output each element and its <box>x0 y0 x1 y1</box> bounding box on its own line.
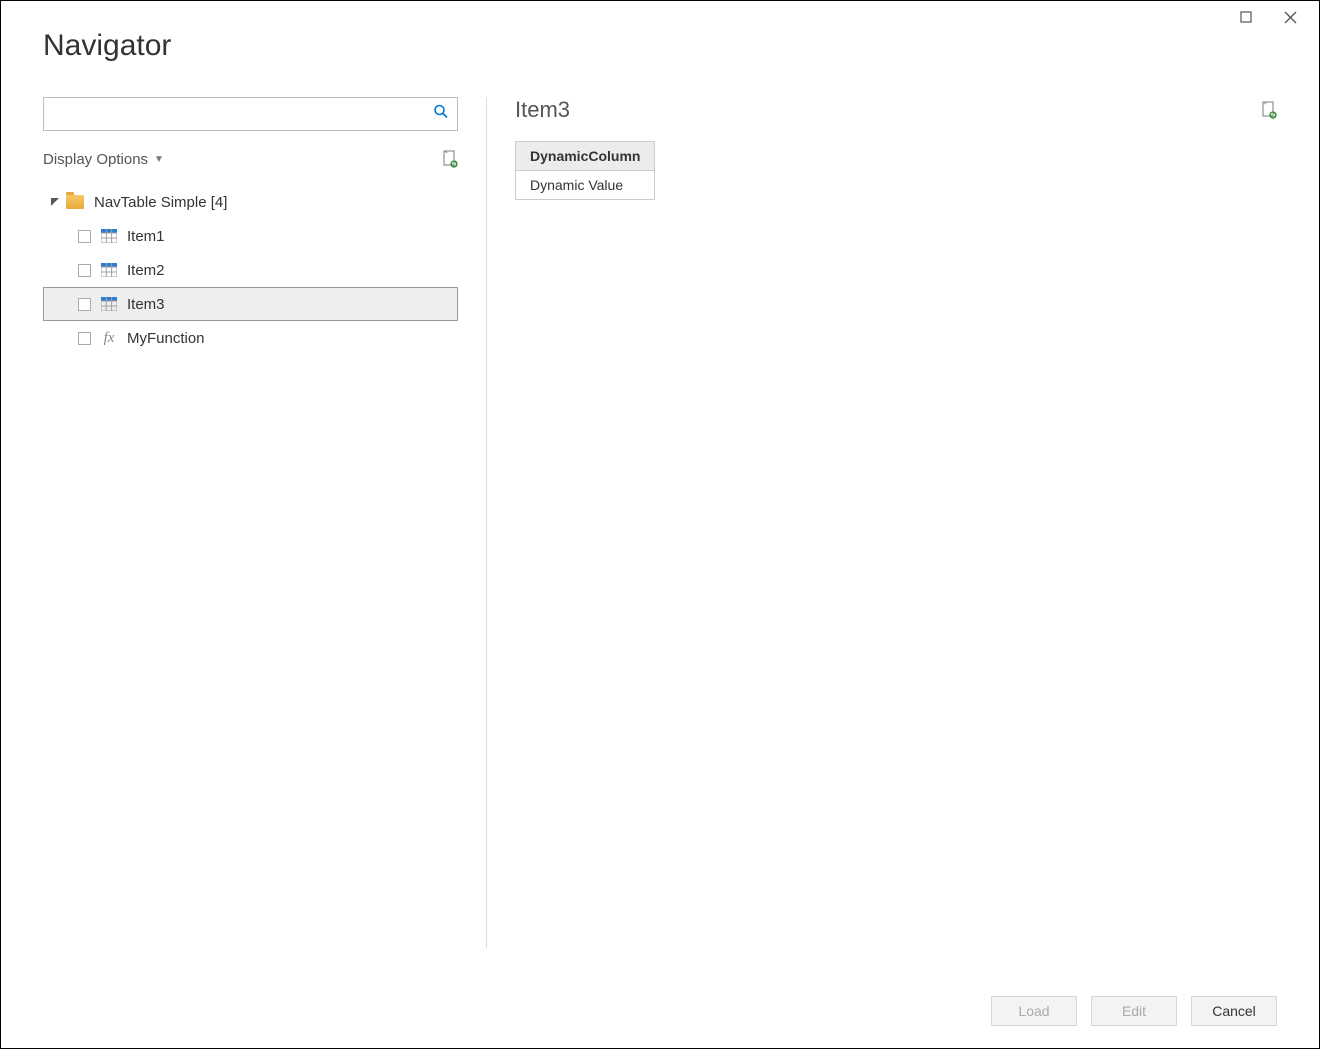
content-area: Display Options ▼ NavTable <box>43 97 1277 948</box>
table-header-cell[interactable]: DynamicColumn <box>516 142 655 171</box>
preview-pane: Item3 DynamicColumn Dynamic Value <box>487 97 1277 948</box>
search-icon[interactable] <box>433 104 449 125</box>
preview-refresh-button[interactable] <box>1261 101 1277 119</box>
table-icon <box>101 263 117 277</box>
cancel-button[interactable]: Cancel <box>1191 996 1277 1026</box>
maximize-button[interactable] <box>1231 2 1261 32</box>
tree-item-label: Item2 <box>127 262 165 279</box>
checkbox[interactable] <box>78 264 91 277</box>
preview-title: Item3 <box>515 97 570 123</box>
display-options-dropdown[interactable]: Display Options ▼ <box>43 151 164 168</box>
preview-table: DynamicColumn Dynamic Value <box>515 141 655 200</box>
checkbox[interactable] <box>78 332 91 345</box>
preview-header: Item3 <box>515 97 1277 123</box>
table-row[interactable]: Dynamic Value <box>516 171 655 200</box>
display-options-label: Display Options <box>43 151 148 168</box>
tree-item-label: MyFunction <box>127 330 205 347</box>
checkbox[interactable] <box>78 298 91 311</box>
refresh-button[interactable] <box>442 150 458 168</box>
function-icon: fx <box>101 330 117 347</box>
close-icon <box>1284 11 1297 24</box>
tree-item-label: Item3 <box>127 296 165 313</box>
options-row: Display Options ▼ <box>43 143 458 175</box>
window-controls <box>1231 1 1319 33</box>
checkbox[interactable] <box>78 230 91 243</box>
dialog-footer: Load Edit Cancel <box>991 996 1277 1026</box>
table-icon <box>101 297 117 311</box>
tree-view: NavTable Simple [4] Item1 Item2 <box>43 185 458 355</box>
refresh-icon <box>442 150 458 168</box>
tree-item-item1[interactable]: Item1 <box>43 219 458 253</box>
navigator-pane: Display Options ▼ NavTable <box>43 97 487 948</box>
search-box[interactable] <box>43 97 458 131</box>
tree-root-label: NavTable Simple [4] <box>94 194 227 211</box>
tree-root-item[interactable]: NavTable Simple [4] <box>43 185 458 219</box>
table-cell: Dynamic Value <box>516 171 655 200</box>
table-header-row: DynamicColumn <box>516 142 655 171</box>
close-button[interactable] <box>1275 2 1305 32</box>
search-input[interactable] <box>44 98 457 130</box>
tree-item-myfunction[interactable]: fx MyFunction <box>43 321 458 355</box>
maximize-icon <box>1240 11 1252 23</box>
edit-button[interactable]: Edit <box>1091 996 1177 1026</box>
chevron-down-icon: ▼ <box>154 154 164 165</box>
dialog-title: Navigator <box>43 29 171 63</box>
tree-item-item2[interactable]: Item2 <box>43 253 458 287</box>
load-button[interactable]: Load <box>991 996 1077 1026</box>
tree-item-label: Item1 <box>127 228 165 245</box>
table-icon <box>101 229 117 243</box>
folder-icon <box>66 195 84 209</box>
refresh-icon <box>1261 101 1277 119</box>
tree-item-item3[interactable]: Item3 <box>43 287 458 321</box>
expander-icon[interactable] <box>50 197 60 207</box>
